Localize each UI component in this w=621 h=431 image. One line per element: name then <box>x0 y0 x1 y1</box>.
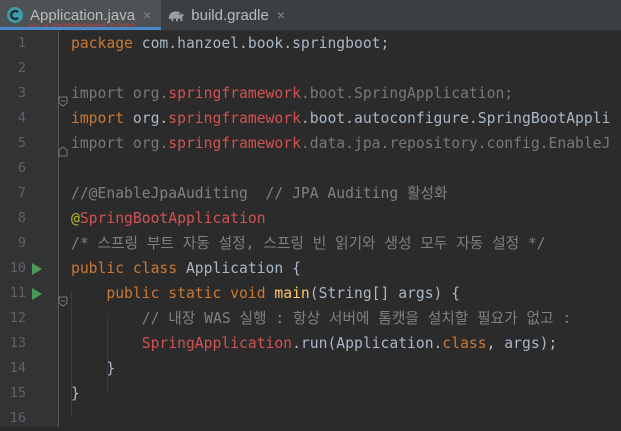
line-content: /* 스프링 부트 자동 설정, 스프링 빈 읽기와 생성 모두 자동 설정 *… <box>71 235 546 252</box>
line-number: 16 <box>9 410 26 426</box>
line-content: import org.springframework.boot.SpringAp… <box>71 85 514 102</box>
line-number: 8 <box>17 210 26 226</box>
code-line: 2 <box>0 56 621 81</box>
tab-label: Application.java <box>30 6 136 24</box>
code-line: 11 public static void main(String[] args… <box>0 281 621 307</box>
line-content: @SpringBootApplication <box>71 210 266 227</box>
code-line: 5 import org.springframework.data.jpa.re… <box>0 131 621 157</box>
line-content: // 내장 WAS 실행 : 항상 서버에 톰캣을 설치할 필요가 없고 : <box>71 310 572 327</box>
line-content: public class Application { <box>71 260 301 277</box>
line-number: 12 <box>9 310 26 326</box>
line-number: 2 <box>17 60 26 76</box>
run-arrow-icon[interactable] <box>32 263 42 275</box>
tab-label: build.gradle <box>191 6 269 24</box>
tab-application-java[interactable]: Application.java × <box>0 0 162 30</box>
line-content: } <box>71 360 116 377</box>
line-number: 15 <box>9 385 26 401</box>
line-number: 4 <box>17 110 26 126</box>
line-content: SpringApplication.run(Application.class,… <box>141 335 558 352</box>
close-icon[interactable]: × <box>277 7 285 23</box>
java-class-icon <box>6 6 24 24</box>
line-content: import org.springframework.boot.autoconf… <box>71 110 611 127</box>
line-number: 10 <box>9 260 26 276</box>
code-line: 4 import org.springframework.boot.autoco… <box>0 106 621 131</box>
line-number: 6 <box>17 160 26 176</box>
code-line: 1 package com.hanzoel.book.springboot; <box>0 31 621 56</box>
code-line: 8 @SpringBootApplication <box>0 206 621 231</box>
line-content: public static void main(String[] args) { <box>106 285 461 302</box>
line-number: 3 <box>17 85 26 101</box>
code-line: 12 // 내장 WAS 실행 : 항상 서버에 톰캣을 설치할 필요가 없고 … <box>0 306 621 331</box>
tab-build-gradle[interactable]: build.gradle × <box>161 0 295 30</box>
gradle-elephant-icon <box>167 6 185 24</box>
code-line: 9 /* 스프링 부트 자동 설정, 스프링 빈 읽기와 생성 모두 자동 설정… <box>0 231 621 256</box>
line-content: //@EnableJpaAuditing // JPA Auditing 활성화 <box>71 185 448 202</box>
code-line: 3 import org.springframework.boot.Spring… <box>0 81 621 107</box>
line-number: 5 <box>17 135 26 151</box>
code-editor[interactable]: 1 package com.hanzoel.book.springboot; 2… <box>0 31 621 427</box>
code-line: 10 public class Application { <box>0 256 621 281</box>
code-line: 14 } <box>0 356 621 381</box>
code-line: 13 SpringApplication.run(Application.cla… <box>0 331 621 356</box>
line-number: 1 <box>17 35 26 51</box>
close-icon[interactable]: × <box>143 7 151 23</box>
code-line: 15 } <box>0 381 621 406</box>
line-number: 9 <box>17 235 26 251</box>
code-line: 6 <box>0 156 621 181</box>
run-arrow-icon[interactable] <box>32 288 42 300</box>
line-number: 14 <box>9 360 26 376</box>
code-line: 7 //@EnableJpaAuditing // JPA Auditing 활… <box>0 181 621 206</box>
line-number: 13 <box>9 335 26 351</box>
line-content: } <box>71 385 80 402</box>
line-content: import org.springframework.data.jpa.repo… <box>71 135 611 152</box>
line-content: package com.hanzoel.book.springboot; <box>71 35 390 52</box>
line-number: 11 <box>9 285 26 301</box>
code-line: 16 <box>0 406 621 431</box>
editor-tab-bar: Application.java × build.gradle × <box>0 0 621 31</box>
line-number: 7 <box>17 185 26 201</box>
